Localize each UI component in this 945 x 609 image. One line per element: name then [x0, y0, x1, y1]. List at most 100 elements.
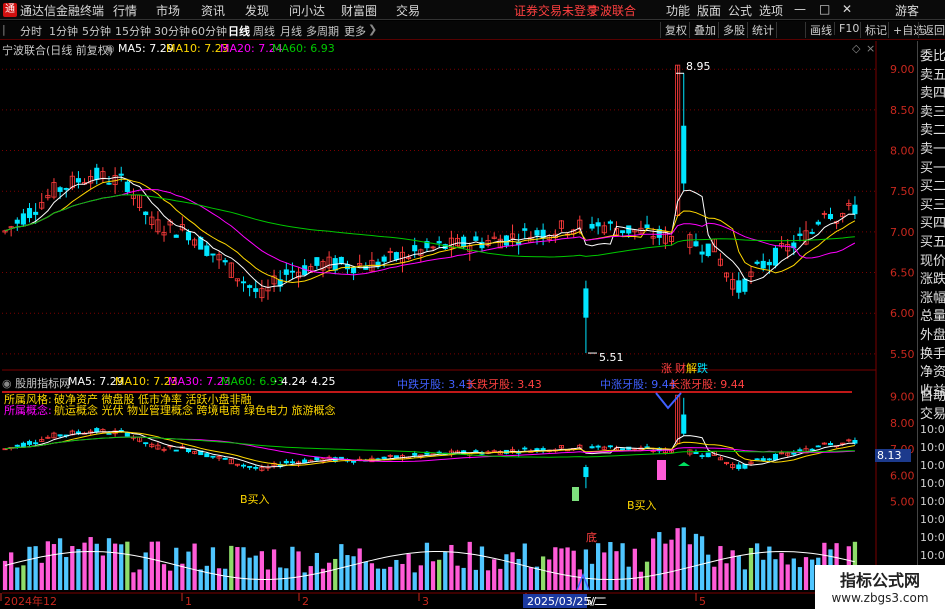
- sub-candle-body: [473, 450, 479, 453]
- volume-bar: [204, 565, 209, 590]
- time-tick-7: 10:01: [920, 549, 945, 562]
- volume-bar: [149, 541, 154, 590]
- side-auto-0[interactable]: 自动: [920, 385, 945, 404]
- candle-body: [412, 245, 418, 252]
- sub-candle-body: [302, 459, 308, 464]
- tag-down: 跌: [697, 362, 708, 375]
- long-down-label: 长跌牙股: 3.43: [466, 378, 542, 391]
- volume-bar: [608, 542, 613, 590]
- volume-bar: [363, 561, 368, 590]
- candle-body: [185, 231, 192, 241]
- volume-bar: [168, 570, 173, 590]
- volume-bar: [675, 528, 680, 590]
- volume-bar: [155, 541, 161, 590]
- sub-price-tick: 6.00: [890, 469, 915, 482]
- volume-bar: [412, 572, 417, 590]
- price-tick: 8.50: [890, 104, 915, 117]
- candle-body: [681, 125, 687, 184]
- volume-bar: [540, 556, 546, 590]
- side-field-4: 卖二: [920, 123, 945, 139]
- sub-candle-body: [106, 432, 112, 435]
- volume-bar: [424, 542, 430, 590]
- x-tick-label: 1: [185, 595, 192, 608]
- volume-bar: [791, 558, 796, 590]
- volume-bar: [94, 543, 99, 590]
- volume-bar: [235, 547, 240, 590]
- volume-bar: [106, 538, 112, 590]
- candle-body: [699, 251, 705, 255]
- volume-bar: [119, 544, 124, 590]
- candle-body: [473, 236, 479, 241]
- volume-bar: [131, 572, 136, 590]
- kline-chart[interactable]: 9.00 8.50 8.00 7.50 7.00 6.50 6.00 5.50 9.00 8.00…: [0, 0, 917, 609]
- price-tick: 7.50: [890, 185, 915, 198]
- sub-candle-body: [595, 445, 601, 448]
- volume-bar: [485, 570, 491, 590]
- candle-body: [204, 245, 210, 256]
- volume-bar: [400, 563, 405, 590]
- candle-body: [461, 236, 467, 248]
- volume-bar: [394, 559, 399, 590]
- sub-candle-body: [607, 445, 613, 448]
- tag-up: 涨: [661, 362, 672, 375]
- x-tick-label: 2024年12: [4, 594, 57, 608]
- candle-body: [522, 228, 528, 231]
- side-field-3: 卖三: [920, 104, 945, 120]
- volume-bar: [443, 551, 448, 590]
- candle-body: [503, 235, 509, 246]
- watermark: 指标公式网 www.zbgs3.com: [815, 565, 945, 609]
- sub-candle-body: [699, 455, 705, 457]
- volume-bar: [296, 551, 301, 590]
- x-tick-label: 3: [422, 595, 429, 608]
- volume-bar: [534, 566, 540, 590]
- candle-body: [772, 247, 778, 266]
- volume-bar: [699, 536, 705, 590]
- candle-body: [173, 234, 179, 238]
- quote-side-panel: 委比 卖五 卖四 卖三 卖二 卖一 买一 买二 买三 买四 买五 现价 涨跌 涨幅 总量 外盘 换手 净资 收益 自动…: [917, 41, 945, 609]
- volume-bar: [669, 539, 674, 590]
- side-field-5: 卖一: [920, 142, 945, 157]
- time-tick-3: 10:01: [920, 477, 945, 490]
- sub-candle-body: [766, 458, 772, 461]
- volume-bar: [681, 527, 686, 590]
- volume-bar: [186, 551, 191, 590]
- volume-bar: [253, 555, 258, 590]
- side-auto-1[interactable]: 交易: [920, 403, 945, 422]
- settings-icon[interactable]: ◉: [2, 377, 12, 390]
- sub-candle-body: [583, 467, 589, 478]
- volume-bar: [180, 563, 185, 590]
- price-tick: 5.50: [890, 348, 915, 361]
- sub-param6: · 4.25: [304, 375, 336, 388]
- candle-body: [57, 187, 63, 192]
- volume-bar: [198, 569, 203, 590]
- candle-body: [644, 224, 650, 229]
- volume-bar: [467, 541, 472, 590]
- candle-body: [534, 230, 540, 236]
- sub-price-tick: 8.00: [890, 417, 915, 430]
- volume-bar: [632, 548, 637, 590]
- candle-body: [94, 167, 100, 180]
- volume-bar: [314, 552, 320, 590]
- volume-bar: [614, 551, 619, 590]
- sub-candle-body: [522, 447, 528, 450]
- candle-body: [283, 269, 289, 275]
- back-button[interactable]: 返回: [918, 22, 945, 38]
- green-triangle-icon: [678, 462, 690, 466]
- date-cursor-label: 2025/03/25/二: [527, 595, 605, 608]
- candle-body: [314, 257, 320, 266]
- volume-bar: [571, 550, 576, 590]
- time-tick-1: 10:00: [920, 441, 945, 454]
- volume-bar: [651, 538, 656, 590]
- volume-bar: [57, 538, 63, 590]
- sub-price-tick: 5.00: [890, 496, 915, 509]
- candle-body: [742, 278, 748, 292]
- volume-bar: [369, 563, 375, 590]
- volume-bar: [33, 546, 38, 590]
- x-tick-label: 5: [699, 595, 706, 608]
- volume-bar: [754, 543, 760, 590]
- volume-bar: [437, 559, 442, 590]
- sub-candle-body: [14, 444, 20, 447]
- price-tick: 8.00: [890, 145, 915, 158]
- sub-candle-body: [705, 452, 711, 458]
- sub-candle-body: [815, 445, 821, 448]
